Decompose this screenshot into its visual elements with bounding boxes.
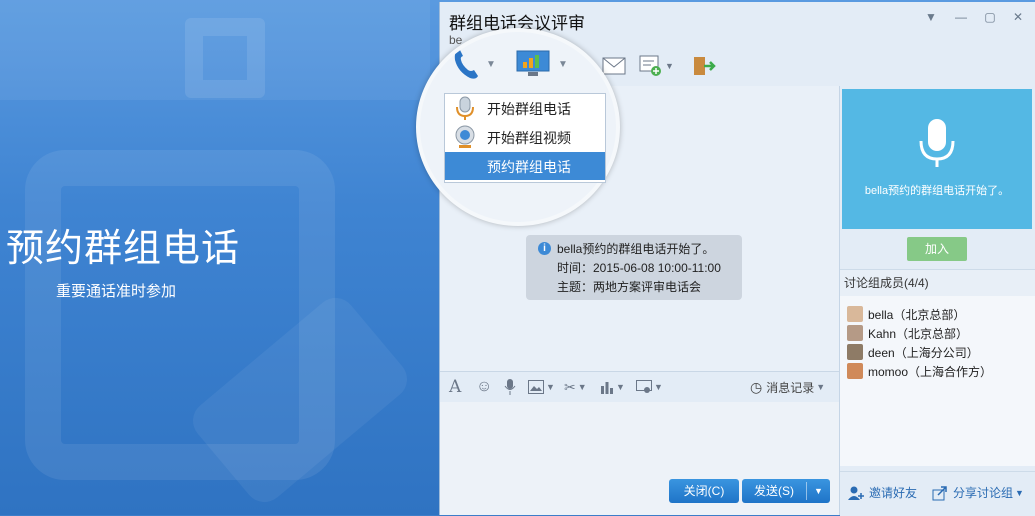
close-icon[interactable]: ✕	[1009, 9, 1027, 25]
format-toolbar: A ☺ ▼ ✂ ▼ ▼ ▼ ◷ 消息记录 ▼	[440, 371, 839, 402]
note-add-icon[interactable]: ▼	[639, 54, 674, 78]
avatar	[847, 306, 863, 322]
microphone-icon	[456, 96, 474, 120]
image-icon[interactable]: ▼	[528, 378, 555, 396]
microphone-icon	[919, 119, 955, 167]
call-status-text: bella预约的群组电话开始了。	[864, 185, 1010, 197]
add-user-icon	[848, 486, 864, 500]
voice-icon[interactable]	[504, 378, 516, 396]
share-group-button[interactable]: 分享讨论组 ▼	[932, 484, 1024, 501]
font-icon[interactable]: A	[449, 377, 461, 397]
send-button[interactable]: 发送(S) ▼	[742, 479, 830, 503]
email-icon[interactable]	[602, 54, 626, 78]
avatar	[847, 363, 863, 379]
call-options-menu: 开始群组电话 开始群组视频 预约群组电话	[444, 93, 606, 183]
list-item[interactable]: Kahn（北京总部）	[847, 324, 968, 342]
system-message: i bella预约的群组电话开始了。 时间：2015-06-08 10:00-1…	[526, 235, 742, 300]
phone-icon	[454, 50, 478, 79]
video-share-button[interactable]: ▼	[516, 50, 568, 78]
list-item[interactable]: bella（北京总部）	[847, 305, 965, 323]
join-button[interactable]: 加入	[907, 237, 967, 261]
monitor-icon	[516, 50, 550, 76]
menu-dropdown-icon[interactable]: ▼	[922, 9, 940, 25]
share-icon	[932, 485, 947, 500]
screen-share-icon[interactable]: ▼	[636, 378, 663, 396]
webcam-icon	[455, 125, 475, 148]
message-history-button[interactable]: ◷ 消息记录 ▼	[750, 378, 825, 396]
minimize-icon[interactable]: —	[952, 9, 970, 25]
info-icon: i	[538, 242, 551, 255]
invite-friend-button[interactable]: 邀请好友	[848, 484, 917, 501]
clock-icon: ◷	[750, 378, 763, 395]
phone-call-button[interactable]: ▼	[452, 48, 496, 80]
exit-icon[interactable]	[692, 54, 716, 78]
chart-icon[interactable]: ▼	[600, 378, 625, 396]
members-header: 讨论组成员(4/4)	[840, 269, 1035, 298]
list-item[interactable]: momoo（上海合作方）	[847, 362, 992, 380]
maximize-icon[interactable]: ▢	[981, 9, 999, 25]
avatar	[847, 344, 863, 360]
menu-item-start-group-call[interactable]: 开始群组电话	[445, 94, 605, 122]
avatar	[847, 325, 863, 341]
menu-item-schedule-group-call[interactable]: 预约群组电话	[445, 152, 605, 180]
close-button[interactable]: 关闭(C)	[669, 479, 739, 503]
promo-title: 预约群组电话	[6, 228, 241, 270]
emoji-icon[interactable]: ☺	[476, 378, 492, 396]
menu-item-start-group-video[interactable]: 开始群组视频	[445, 123, 605, 151]
send-options-icon[interactable]: ▼	[814, 479, 823, 503]
call-panel: bella预约的群组电话开始了。	[842, 89, 1032, 229]
list-item[interactable]: deen（上海分公司）	[847, 343, 979, 361]
members-list: bella（北京总部） Kahn（北京总部） deen（上海分公司） momoo…	[840, 296, 1035, 466]
scissors-icon[interactable]: ✂ ▼	[564, 378, 587, 396]
promo-subtitle: 重要通话准时参加	[56, 283, 177, 300]
